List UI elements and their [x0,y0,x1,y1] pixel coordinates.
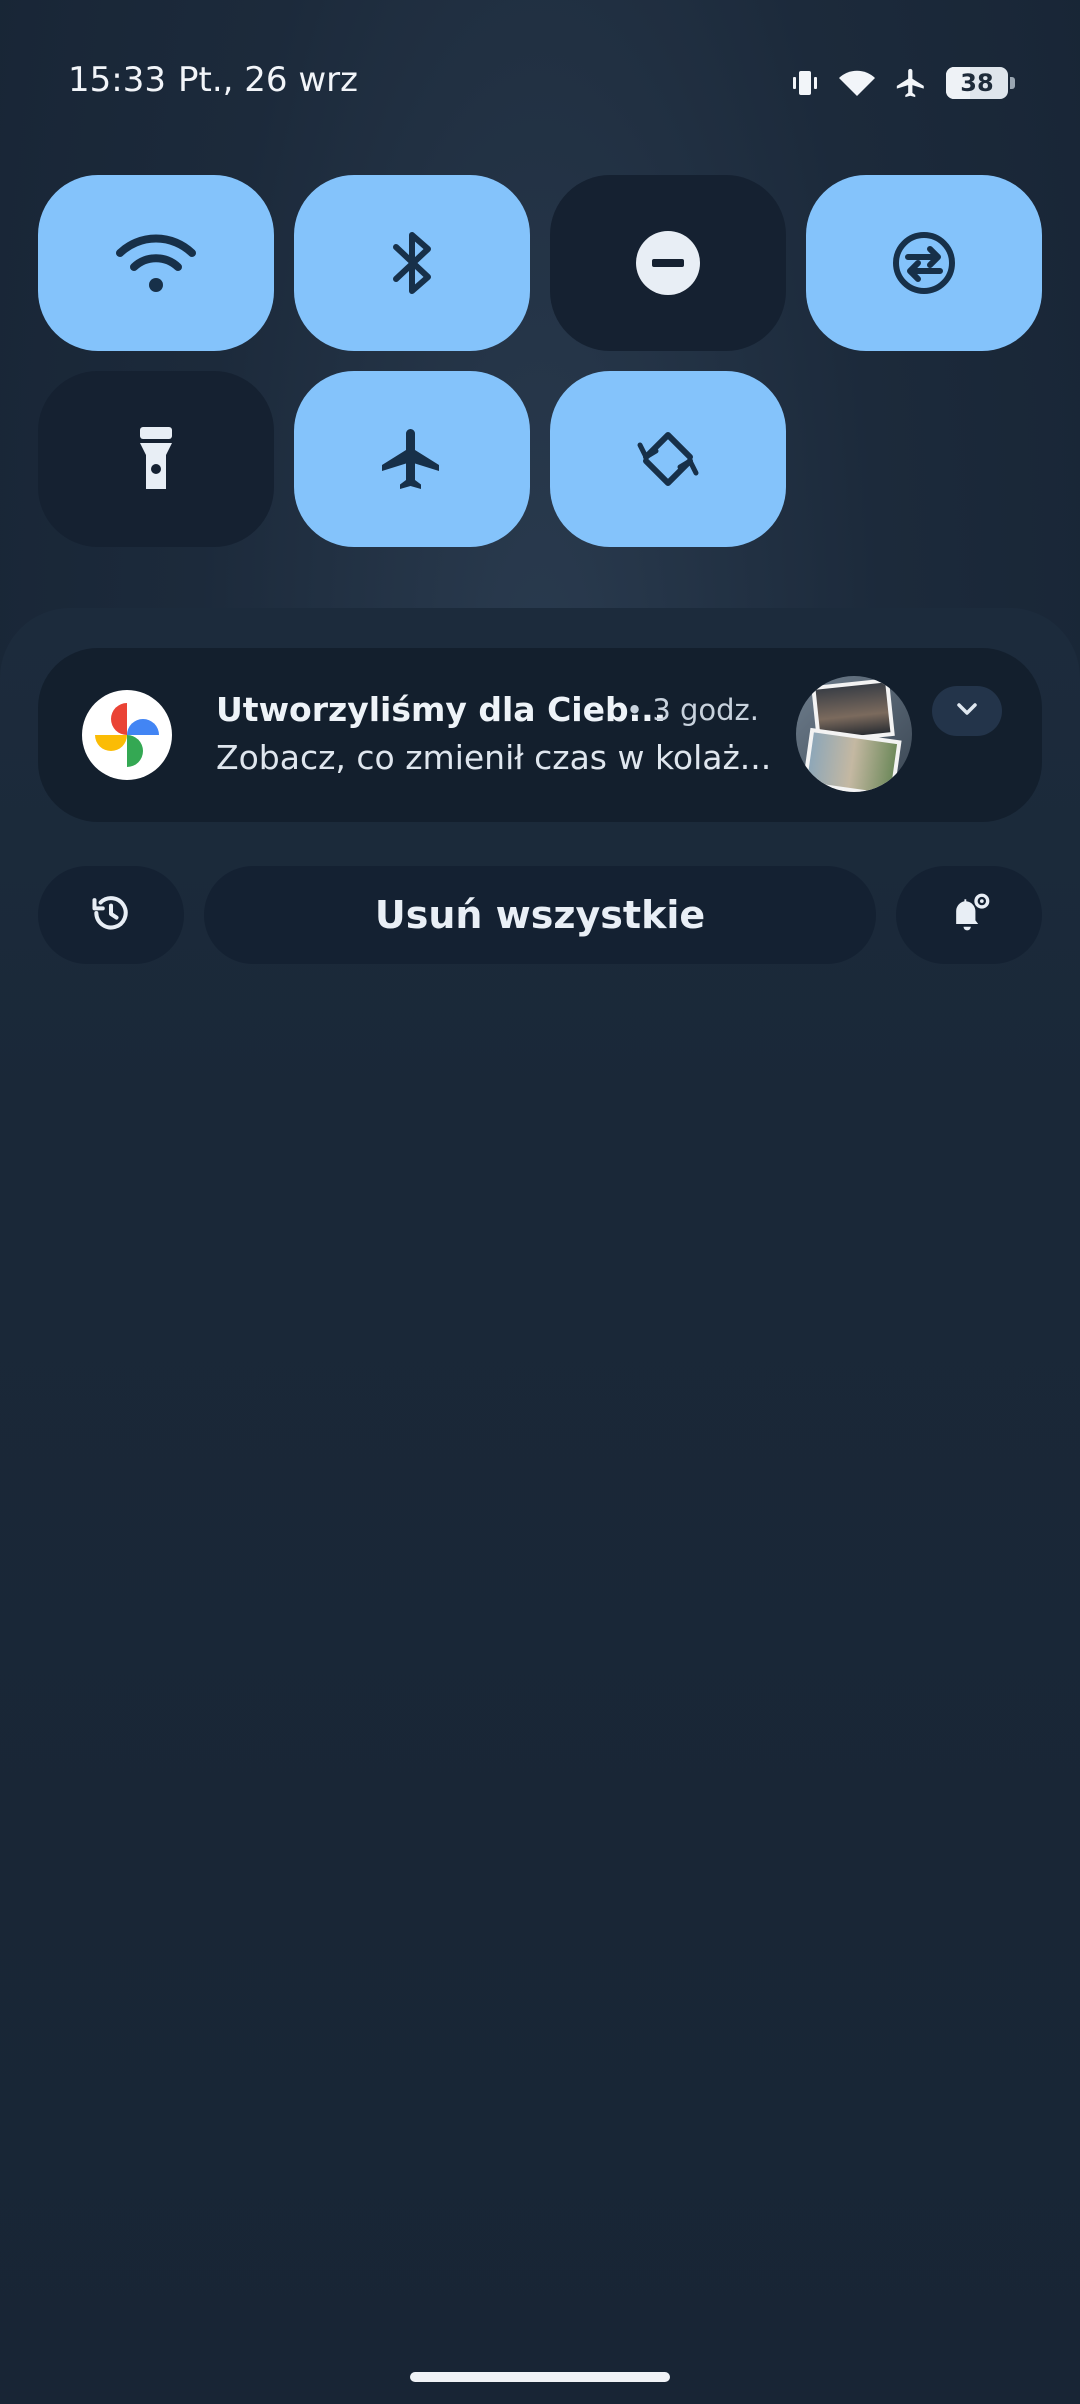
data-saver-icon [888,227,960,299]
wifi-icon [114,231,198,295]
tile-wifi[interactable] [38,175,274,351]
notification-time: • 3 godz. [626,693,759,727]
history-button[interactable] [38,866,184,964]
status-date: Pt., 26 wrz [178,60,358,100]
tile-auto-rotate[interactable] [550,371,786,547]
battery-icon: 38 [946,67,1015,99]
status-bar: 15:33 Pt., 26 wrz 38 [0,0,1080,170]
google-photos-icon [82,690,172,780]
flashlight-icon [136,425,176,493]
airplane-icon [376,423,448,495]
history-icon [89,891,133,939]
wifi-icon [838,68,876,98]
auto-rotate-icon [632,423,704,495]
status-time: 15:33 [68,60,166,100]
notification-body: Zobacz, co zmienił czas w kolaż... [216,738,772,777]
bluetooth-icon [388,227,436,299]
do-not-disturb-icon [635,230,701,296]
notification-title: Utworzyliśmy dla Cieb... [216,690,667,729]
expand-button[interactable] [932,686,1002,736]
collage-thumbnail [796,676,912,792]
home-indicator[interactable] [410,2372,670,2382]
vibrate-icon [790,68,820,98]
status-icons: 38 [790,66,1015,100]
clear-all-label: Usuń wszystkie [374,893,706,937]
tile-flashlight[interactable] [38,371,274,547]
notification-settings-button[interactable] [896,866,1042,964]
airplane-icon [894,66,928,100]
clear-all-button[interactable]: Usuń wszystkie [204,866,876,964]
tile-bluetooth[interactable] [294,175,530,351]
tile-data-saver[interactable] [806,175,1042,351]
notification-actions: Usuń wszystkie [38,866,1042,964]
battery-level: 38 [960,69,994,97]
chevron-down-icon [954,700,980,722]
tile-airplane-mode[interactable] [294,371,530,547]
notification-card[interactable]: Utworzyliśmy dla Cieb... • 3 godz. Zobac… [38,648,1042,822]
notification-settings-icon [947,891,991,939]
tile-do-not-disturb[interactable] [550,175,786,351]
